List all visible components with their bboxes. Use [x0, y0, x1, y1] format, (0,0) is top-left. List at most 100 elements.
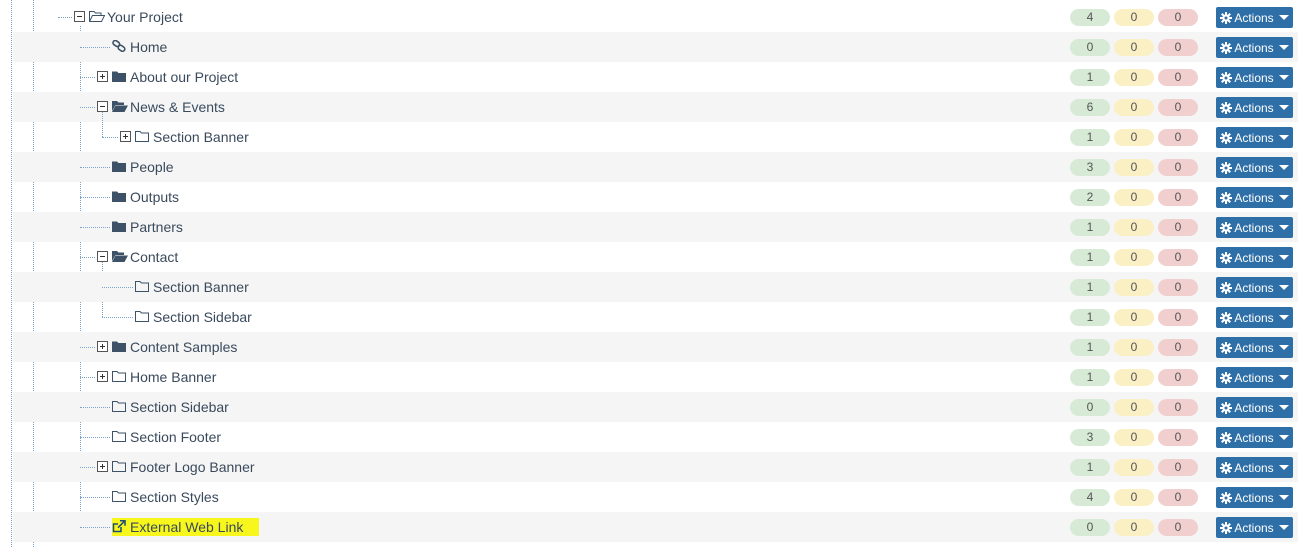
tree-node-label[interactable]: Home — [130, 38, 167, 56]
actions-button[interactable]: Actions — [1216, 427, 1293, 448]
tree-row[interactable]: Section Banner 1 0 0 Actions — [13, 272, 1298, 302]
tree-node[interactable]: Section Banner — [135, 128, 249, 146]
tree-row[interactable]: News & Events 6 0 0 Actions — [13, 92, 1298, 137]
tree-node-label[interactable]: Home Banner — [130, 368, 216, 386]
actions-button[interactable]: Actions — [1216, 157, 1293, 178]
tree-row[interactable]: Home 0 0 0 Actions — [13, 32, 1298, 62]
tree-node[interactable]: Your Project — [89, 8, 183, 26]
tree-row[interactable]: Section Sidebar 0 0 0 Actions — [13, 392, 1298, 422]
tree-node[interactable]: Section Sidebar — [112, 398, 229, 416]
expand-toggle[interactable] — [97, 371, 108, 382]
actions-label: Actions — [1234, 10, 1274, 25]
folder-solid-icon — [112, 190, 128, 204]
yellow-count-badge: 0 — [1114, 339, 1154, 356]
tree-row[interactable]: Partners 1 0 0 Actions — [13, 212, 1298, 242]
collapse-toggle[interactable] — [97, 251, 108, 262]
actions-button[interactable]: Actions — [1216, 7, 1293, 28]
tree-node-label[interactable]: Section Banner — [153, 278, 249, 296]
tree-node[interactable]: Section Styles — [112, 488, 219, 506]
red-count-badge: 0 — [1158, 459, 1198, 476]
tree-node[interactable]: Section Sidebar — [135, 308, 252, 326]
tree-node-label[interactable]: Your Project — [107, 8, 183, 26]
red-count-badge: 0 — [1158, 39, 1198, 56]
tree-row[interactable]: Your Project 4 0 0 Actions — [13, 2, 1298, 32]
tree-node[interactable]: External Web Link — [112, 518, 260, 536]
tree-node[interactable]: About our Project — [112, 68, 238, 86]
actions-button[interactable]: Actions — [1216, 187, 1293, 208]
actions-button[interactable]: Actions — [1216, 217, 1293, 238]
actions-button[interactable]: Actions — [1216, 367, 1293, 388]
tree-row[interactable]: Section Banner 1 0 0 Actions — [13, 122, 1298, 152]
expand-toggle[interactable] — [97, 341, 108, 352]
red-count-badge: 0 — [1158, 129, 1198, 146]
folder-solid-icon — [112, 220, 128, 234]
tree-node-label[interactable]: Footer Logo Banner — [130, 458, 255, 476]
folder-open-solid-icon — [112, 100, 128, 114]
actions-button[interactable]: Actions — [1216, 247, 1293, 268]
actions-button[interactable]: Actions — [1216, 277, 1293, 298]
tree-node-label[interactable]: Section Banner — [153, 128, 249, 146]
actions-button[interactable]: Actions — [1216, 337, 1293, 358]
tree-node[interactable]: Home Banner — [112, 368, 216, 386]
actions-button[interactable]: Actions — [1216, 397, 1293, 418]
actions-button[interactable]: Actions — [1216, 457, 1293, 478]
tree-row[interactable]: Section Sidebar 1 0 0 Actions — [13, 302, 1298, 332]
green-count-badge: 1 — [1070, 309, 1110, 326]
tree-row[interactable]: Home Banner 1 0 0 Actions — [13, 362, 1298, 392]
actions-button[interactable]: Actions — [1216, 37, 1293, 58]
actions-button[interactable]: Actions — [1216, 127, 1293, 148]
tree-connector — [80, 377, 95, 378]
tree-node[interactable]: Section Footer — [112, 428, 221, 446]
gear-icon — [1220, 371, 1233, 384]
tree-node-label[interactable]: Outputs — [130, 188, 179, 206]
actions-label: Actions — [1234, 40, 1274, 55]
tree-node-label[interactable]: Partners — [130, 218, 183, 236]
tree-node-label[interactable]: Section Sidebar — [130, 398, 229, 416]
caret-down-icon — [1278, 315, 1289, 320]
tree-node-label[interactable]: Section Sidebar — [153, 308, 252, 326]
tree-row[interactable]: Outputs 2 0 0 Actions — [13, 182, 1298, 212]
tree-node[interactable]: Footer Logo Banner — [112, 458, 255, 476]
tree-node[interactable]: Contact — [112, 248, 178, 266]
tree-node[interactable]: Section Banner — [135, 278, 249, 296]
tree-node[interactable]: Partners — [112, 218, 183, 236]
yellow-count-badge: 0 — [1114, 399, 1154, 416]
tree-row[interactable]: Section Footer 3 0 0 Actions — [13, 422, 1298, 452]
tree-node-label[interactable]: Content Samples — [130, 338, 237, 356]
folder-outline-icon — [112, 430, 128, 444]
tree-node-label[interactable]: Section Styles — [130, 488, 219, 506]
tree-row[interactable]: External Web Link 0 0 0 Actions — [13, 512, 1298, 542]
tree-row[interactable]: Content Samples 1 0 0 Actions — [13, 332, 1298, 362]
tree-node[interactable]: News & Events — [112, 98, 225, 116]
tree-node[interactable]: Content Samples — [112, 338, 237, 356]
tree-node[interactable]: Outputs — [112, 188, 179, 206]
tree-node-label[interactable]: News & Events — [130, 98, 225, 116]
tree-node-label[interactable]: External Web Link — [130, 518, 243, 536]
tree-node[interactable]: Home — [112, 38, 167, 56]
collapse-toggle[interactable] — [97, 101, 108, 112]
collapse-toggle[interactable] — [74, 11, 85, 22]
tree-row[interactable]: About our Project 1 0 0 Actions — [13, 62, 1298, 92]
actions-button[interactable]: Actions — [1216, 517, 1293, 538]
tree-row[interactable]: Section Styles 4 0 0 Actions — [13, 482, 1298, 512]
expand-toggle[interactable] — [97, 461, 108, 472]
tree-node-label[interactable]: About our Project — [130, 68, 238, 86]
tree-row[interactable]: Footer Logo Banner 1 0 0 Actions — [13, 452, 1298, 482]
expand-toggle[interactable] — [97, 71, 108, 82]
expand-toggle[interactable] — [120, 131, 131, 142]
tree-node-label[interactable]: People — [130, 158, 174, 176]
tree-node-label[interactable]: Contact — [130, 248, 178, 266]
actions-button[interactable]: Actions — [1216, 307, 1293, 328]
actions-button[interactable]: Actions — [1216, 67, 1293, 88]
tree-row[interactable]: People 3 0 0 Actions — [13, 152, 1298, 182]
tree-row[interactable]: Contact 1 0 0 Actions — [13, 242, 1298, 317]
actions-button[interactable]: Actions — [1216, 97, 1293, 118]
green-count-badge: 1 — [1070, 69, 1110, 86]
tree-node-label[interactable]: Section Footer — [130, 428, 221, 446]
tree-connector — [80, 167, 110, 168]
caret-down-icon — [1278, 195, 1289, 200]
actions-button[interactable]: Actions — [1216, 487, 1293, 508]
gear-icon — [1220, 311, 1233, 324]
tree-connector — [80, 47, 110, 48]
tree-node[interactable]: People — [112, 158, 174, 176]
